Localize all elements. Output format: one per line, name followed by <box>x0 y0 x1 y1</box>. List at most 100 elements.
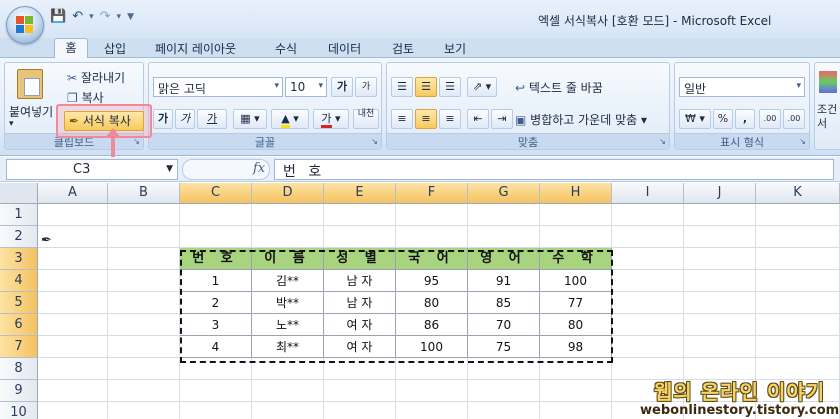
table-cell[interactable]: 최** <box>252 336 324 358</box>
number-launcher-icon[interactable]: ↘ <box>799 137 806 146</box>
column-header-a[interactable]: A <box>38 183 108 204</box>
alignment-launcher-icon[interactable]: ↘ <box>659 137 666 146</box>
paste-dropdown-icon[interactable]: ▾ <box>9 119 14 129</box>
font-name-select[interactable]: 맑은 고딕 ▾ <box>153 77 283 97</box>
currency-button[interactable]: ₩ ▾ <box>679 109 711 129</box>
row-header-8[interactable]: 8 <box>0 358 38 380</box>
tab-page-layout[interactable]: 페이지 레이아웃 <box>155 40 236 58</box>
table-cell[interactable]: 85 <box>468 292 540 314</box>
format-painter-button[interactable]: ✒ 서식 복사 <box>64 111 144 131</box>
column-header-g[interactable]: G <box>468 183 540 204</box>
table-cell[interactable]: 86 <box>396 314 468 336</box>
column-header-f[interactable]: F <box>396 183 468 204</box>
table-cell[interactable]: 1 <box>180 270 252 292</box>
table-header-cell[interactable]: 국 어 <box>396 248 468 270</box>
table-cell[interactable]: 여 자 <box>324 314 396 336</box>
align-top-icon[interactable]: ☰ <box>391 77 413 97</box>
table-cell[interactable]: 4 <box>180 336 252 358</box>
table-cell[interactable]: 3 <box>180 314 252 336</box>
phonetic-button[interactable]: 내천 <box>353 109 379 129</box>
decrease-decimal-button[interactable]: .00 <box>783 109 805 129</box>
tab-data[interactable]: 데이터 <box>328 40 361 58</box>
tab-formulas[interactable]: 수식 <box>275 40 297 58</box>
row-header-2[interactable]: 2 <box>0 226 38 248</box>
font-launcher-icon[interactable]: ↘ <box>371 137 378 146</box>
border-button[interactable]: ▦ ▾ <box>233 109 267 129</box>
table-cell[interactable]: 김** <box>252 270 324 292</box>
table-cell[interactable]: 91 <box>468 270 540 292</box>
decrease-indent-icon[interactable]: ⇤ <box>467 109 489 129</box>
table-header-cell[interactable]: 수 학 <box>540 248 612 270</box>
paste-button[interactable]: 붙여넣기 <box>9 103 53 120</box>
table-cell[interactable]: 95 <box>396 270 468 292</box>
table-cell[interactable]: 70 <box>468 314 540 336</box>
increase-decimal-button[interactable]: .00 <box>759 109 781 129</box>
column-header-d[interactable]: D <box>252 183 324 204</box>
tab-review[interactable]: 검토 <box>392 40 414 58</box>
name-box[interactable]: C3 ▼ <box>6 159 178 180</box>
column-header-j[interactable]: J <box>684 183 756 204</box>
align-left-icon[interactable]: ≡ <box>391 109 413 129</box>
row-header-10[interactable]: 10 <box>0 402 38 419</box>
grow-font-button[interactable]: 가 <box>331 77 353 97</box>
underline-button[interactable]: 가 <box>197 109 227 129</box>
align-right-icon[interactable]: ≡ <box>439 109 461 129</box>
redo-icon[interactable]: ↷ <box>100 9 111 24</box>
redo-dropdown-icon[interactable]: ▾ <box>117 12 122 22</box>
table-cell[interactable]: 80 <box>540 314 612 336</box>
merge-center-button[interactable]: ▣ 병합하고 가운데 맞춤 ▾ <box>515 111 647 128</box>
save-icon[interactable]: 💾 <box>50 9 66 24</box>
row-header-3[interactable]: 3 <box>0 248 38 270</box>
format-painter-highlight[interactable]: ✒ 서식 복사 <box>56 104 152 138</box>
table-header-cell[interactable]: 영 어 <box>468 248 540 270</box>
row-header-6[interactable]: 6 <box>0 314 38 336</box>
cut-button[interactable]: ✂ 잘라내기 <box>67 69 125 86</box>
font-color-button[interactable]: 가 ▾ <box>313 109 349 129</box>
percent-button[interactable]: % <box>713 109 733 129</box>
shrink-font-button[interactable]: 가 <box>355 77 377 97</box>
row-header-4[interactable]: 4 <box>0 270 38 292</box>
table-header-cell[interactable]: 이 름 <box>252 248 324 270</box>
column-header-c[interactable]: C <box>180 183 252 204</box>
increase-indent-icon[interactable]: ⇥ <box>491 109 513 129</box>
number-format-select[interactable]: 일반 ▾ <box>679 77 805 97</box>
align-center-icon[interactable]: ≡ <box>415 109 437 129</box>
clipboard-launcher-icon[interactable]: ↘ <box>133 137 140 146</box>
table-cell[interactable]: 100 <box>396 336 468 358</box>
align-bottom-icon[interactable]: ☰ <box>439 77 461 97</box>
table-cell[interactable]: 여 자 <box>324 336 396 358</box>
table-cell[interactable]: 2 <box>180 292 252 314</box>
table-cell[interactable]: 80 <box>396 292 468 314</box>
tab-insert[interactable]: 삽입 <box>104 40 126 58</box>
column-header-e[interactable]: E <box>324 183 396 204</box>
office-button[interactable] <box>6 6 44 44</box>
font-size-select[interactable]: 10 ▾ <box>285 77 327 97</box>
customize-qat-icon[interactable]: ▼ <box>127 12 134 22</box>
undo-dropdown-icon[interactable]: ▾ <box>89 12 94 22</box>
table-header-cell[interactable]: 번 호 <box>180 248 252 270</box>
orientation-icon[interactable]: ⇗ ▾ <box>467 77 497 97</box>
formula-input[interactable]: 번 호 <box>274 159 834 180</box>
table-cell[interactable]: 노** <box>252 314 324 336</box>
paste-icon[interactable] <box>17 69 43 99</box>
table-cell[interactable]: 77 <box>540 292 612 314</box>
select-all-corner[interactable] <box>0 183 38 204</box>
table-cell[interactable]: 100 <box>540 270 612 292</box>
table-cell[interactable]: 75 <box>468 336 540 358</box>
column-header-h[interactable]: H <box>540 183 612 204</box>
tab-home[interactable]: 홈 <box>54 38 88 59</box>
fill-color-button[interactable]: ▲ ▾ <box>271 109 309 129</box>
wrap-text-button[interactable]: ↩ 텍스트 줄 바꿈 <box>515 79 603 96</box>
conditional-format-icon[interactable] <box>819 71 837 93</box>
comma-button[interactable]: , <box>735 109 755 129</box>
align-middle-icon[interactable]: ☰ <box>415 77 437 97</box>
undo-icon[interactable]: ↶ <box>72 9 83 24</box>
row-header-7[interactable]: 7 <box>0 336 38 358</box>
table-cell[interactable]: 남 자 <box>324 292 396 314</box>
conditional-format-label[interactable]: 조건서 <box>817 103 839 131</box>
row-header-5[interactable]: 5 <box>0 292 38 314</box>
table-cell[interactable]: 박** <box>252 292 324 314</box>
column-header-k[interactable]: K <box>756 183 840 204</box>
table-cell[interactable]: 남 자 <box>324 270 396 292</box>
column-header-b[interactable]: B <box>108 183 180 204</box>
